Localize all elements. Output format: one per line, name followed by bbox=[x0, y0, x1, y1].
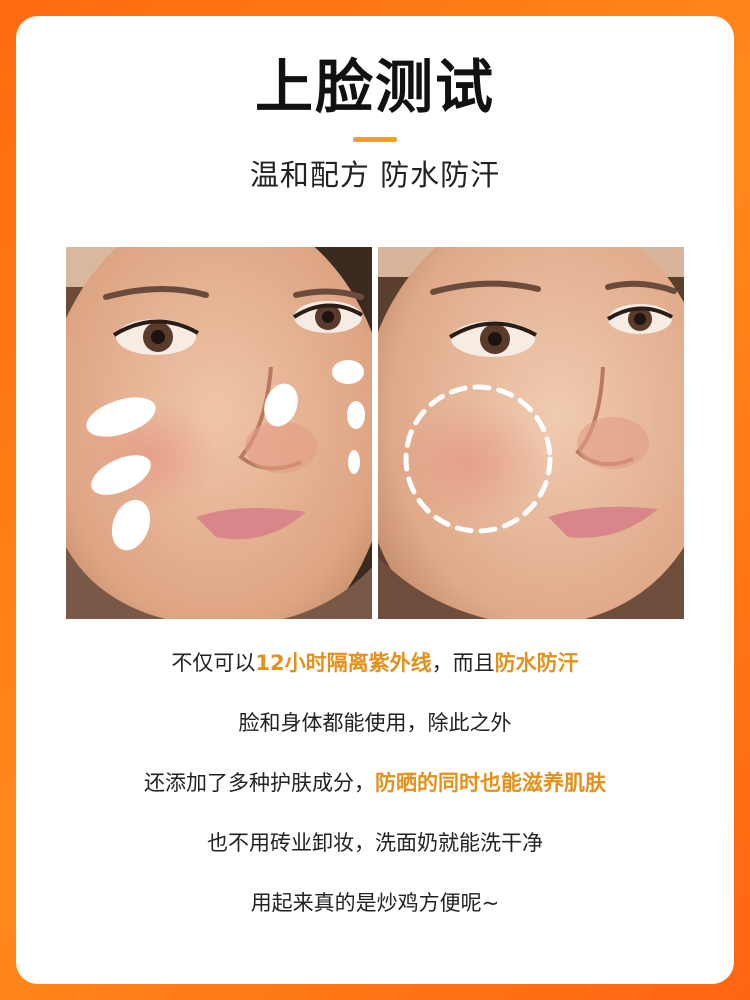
description-line-2: 脸和身体都能使用，除此之外 bbox=[238, 711, 512, 735]
line3-prefix: 还添加了多种护肤成分， bbox=[144, 771, 375, 795]
before-photo bbox=[66, 247, 372, 619]
description-line-3: 还添加了多种护肤成分，防晒的同时也能滋养肌肤 bbox=[0, 768, 750, 798]
line1-prefix: 不仅可以 bbox=[171, 651, 256, 675]
after-photo bbox=[378, 247, 684, 619]
description-line-5: 用起来真的是炒鸡方便呢~ bbox=[250, 891, 500, 915]
line1-highlight-uv: 12小时隔离紫外线 bbox=[255, 651, 432, 675]
page-title: 上脸测试 bbox=[254, 53, 495, 121]
face-with-sunscreen-dabs-icon bbox=[66, 247, 372, 619]
title-underline bbox=[353, 137, 397, 142]
line1-highlight-waterproof: 防水防汗 bbox=[494, 651, 579, 675]
line1-middle: ，而且 bbox=[431, 651, 495, 675]
description-line-1: 不仅可以12小时隔离紫外线，而且防水防汗 bbox=[0, 648, 750, 678]
line3-highlight-nourish: 防晒的同时也能滋养肌肤 bbox=[375, 771, 606, 795]
face-blended-dashed-circle-icon bbox=[378, 247, 684, 619]
description-line-4: 也不用砖业卸妆，洗面奶就能洗干净 bbox=[207, 831, 543, 855]
page-subtitle: 温和配方 防水防汗 bbox=[249, 158, 501, 192]
